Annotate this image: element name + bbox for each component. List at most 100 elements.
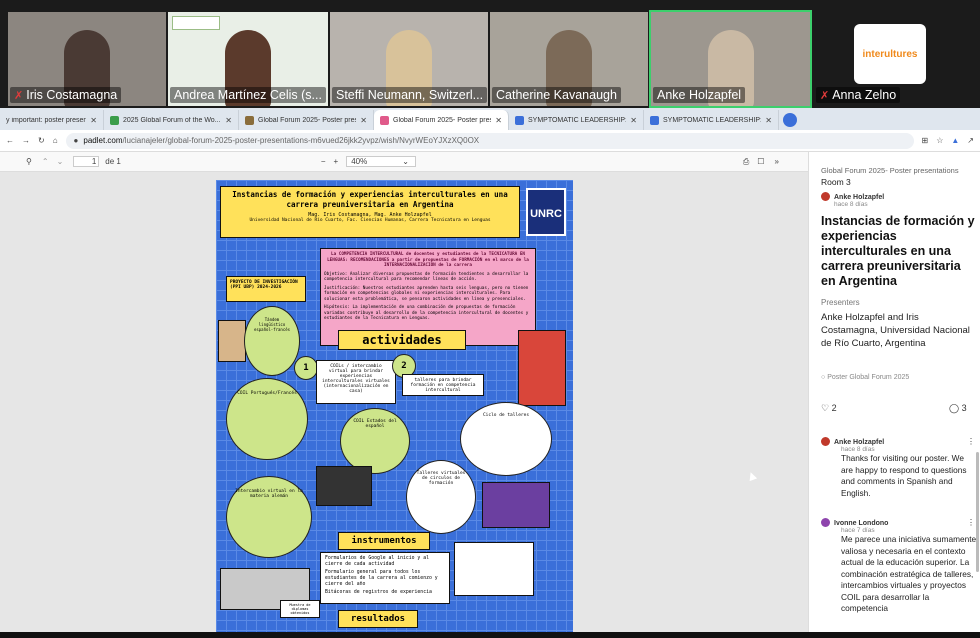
participant-tile[interactable]: ✗ Iris Costamagna: [8, 12, 166, 106]
address-bar-row: ← → ↻ ⌂ ● padlet.com/lucianajeler/global…: [0, 130, 980, 152]
video-call-screenshot: [316, 466, 372, 506]
muted-mic-icon: ✗: [14, 90, 24, 102]
more-options-icon[interactable]: ⋮: [967, 518, 975, 527]
back-icon[interactable]: ←: [6, 136, 14, 145]
coil-pt-bubble: COIL Portugués/Francés: [226, 378, 308, 460]
tab-strip: y important: poster presenta ✕ 2025 Globa…: [0, 108, 980, 130]
comments-count[interactable]: ◯ 3: [949, 403, 967, 414]
participant-name: ✗ Iris Costamagna: [10, 87, 122, 103]
next-page-icon[interactable]: ⌄: [57, 157, 64, 166]
padlet-icon: [380, 115, 389, 125]
results-heading: resultados: [338, 610, 418, 628]
participant-strip: ✗ Iris Costamagna Andrea Martínez Celis (…: [0, 0, 980, 108]
coil-es-bubble: COIL Estados del español: [340, 408, 410, 474]
lock-icon: ●: [73, 136, 79, 145]
browser-window: y important: poster presenta ✕ 2025 Globa…: [0, 108, 980, 638]
avatar: [821, 192, 830, 202]
poster-title: Instancias de formación y experiencias i…: [232, 190, 508, 209]
activities-heading: actividades: [338, 330, 466, 350]
comment-author[interactable]: Anke Holzapfel: [834, 439, 884, 446]
poster-title-box: Instancias de formación y experiencias i…: [220, 186, 520, 238]
save-icon[interactable]: ☐: [757, 157, 764, 166]
favorite-icon[interactable]: ☆: [936, 136, 943, 145]
site-icon: [515, 115, 524, 125]
results-chart: [454, 542, 534, 596]
browser-tab[interactable]: y important: poster presenta ✕: [0, 110, 104, 130]
participant-name: Anke Holzapfel: [653, 87, 746, 103]
presenters-label: Presenters: [821, 298, 860, 307]
logo-text: interultures: [862, 49, 918, 60]
url-field[interactable]: ● padlet.com/lucianajeler/global-forum-2…: [65, 132, 914, 149]
reload-icon[interactable]: ↻: [38, 136, 45, 145]
avatar: [821, 437, 830, 447]
photo-portrait: [218, 320, 246, 362]
collage-images: [518, 330, 566, 406]
like-button[interactable]: ♡ 2: [821, 403, 837, 414]
comment-text: Me parece una iniciativa sumamente valio…: [841, 534, 977, 614]
avatar: [821, 518, 830, 528]
participant-tile[interactable]: Catherine Kavanaugh: [490, 12, 648, 106]
post-author[interactable]: Anke Holzapfel: [834, 194, 884, 201]
tandem-bubble: Tándem lingüístico español-francés: [244, 306, 300, 376]
project-label: PROYECTO DE INVESTIGACIÓN (PPI UBP) 2024…: [226, 276, 306, 302]
participant-logo: interultures: [854, 24, 926, 84]
zoom-out-icon[interactable]: −: [321, 157, 326, 166]
site-icon: [245, 115, 254, 125]
site-icon: [650, 115, 659, 125]
participant-tile[interactable]: Andrea Martínez Celis (s...: [168, 12, 328, 106]
extensions-icon[interactable]: ▲: [951, 136, 959, 145]
ciclo-bubble: Ciclo de talleres: [460, 402, 552, 476]
share-icon[interactable]: ↗: [967, 136, 974, 145]
talleres-virtuales-bubble: Talleres virtuales de círculos de formac…: [406, 460, 476, 534]
presenters-text: Anke Holzapfel and Iris Costamagna, Univ…: [821, 312, 970, 349]
more-options-icon[interactable]: ⋮: [967, 437, 975, 446]
instruments-heading: instrumentos: [338, 532, 430, 550]
logo-banner: [172, 16, 220, 30]
poster-affiliation: Universidad Nacional de Río Cuarto, Fac.…: [249, 218, 491, 223]
search-icon[interactable]: ⚲: [26, 157, 32, 166]
heart-icon: ♡: [821, 403, 830, 413]
room-name: Room 3: [821, 177, 851, 187]
post-author-row: Anke Holzapfel hace 8 días: [821, 192, 884, 208]
close-tab-icon[interactable]: ✕: [495, 116, 502, 125]
home-icon[interactable]: ⌂: [53, 136, 58, 145]
participant-tile[interactable]: interultures ✗ Anna Zelno: [812, 12, 972, 106]
pdf-toolbar: ⚲ ⌃ ⌄ 1 de 1 − + 40% ⌄ ⎙ ☐ »: [0, 152, 808, 172]
comment-time: hace 7 días: [841, 527, 875, 535]
intercambio-virtual-bubble: Intercambio virtual en la materia alemán: [226, 476, 312, 558]
browser-tab[interactable]: 2025 Global Forum of the Wo... ✕: [104, 110, 239, 130]
participant-tile-active[interactable]: Anke Holzapfel: [649, 10, 812, 108]
close-tab-icon[interactable]: ✕: [225, 116, 232, 125]
mouse-cursor: [746, 470, 758, 482]
board-name[interactable]: Global Forum 2025- Poster presentations: [821, 166, 959, 175]
chevron-down-icon[interactable]: ⌄: [402, 157, 409, 166]
new-tab-icon[interactable]: [783, 113, 797, 127]
close-tab-icon[interactable]: ✕: [630, 116, 637, 125]
participant-name: ✗ Anna Zelno: [816, 87, 901, 103]
print-icon[interactable]: ⎙: [743, 157, 749, 167]
prev-page-icon[interactable]: ⌃: [42, 157, 49, 166]
install-icon[interactable]: ⊞: [922, 136, 929, 145]
pdf-viewer[interactable]: Instancias de formación y experiencias i…: [0, 172, 808, 638]
browser-tab-active[interactable]: Global Forum 2025- Poster pres ✕: [374, 110, 509, 130]
participant-tile[interactable]: Steffi Neumann, Switzerl...: [330, 12, 488, 106]
activity-2-box: talleres para brindar formación en compe…: [402, 374, 484, 396]
section-icon: ○: [821, 374, 826, 381]
poster: Instancias de formación y experiencias i…: [216, 180, 573, 638]
browser-tab[interactable]: SYMPTOMATIC LEADERSHIP: TH✕: [509, 110, 644, 130]
presentation-screenshot: [482, 482, 550, 528]
comment-author[interactable]: Ivonne Londono: [834, 520, 888, 527]
page-number-input[interactable]: 1: [73, 156, 100, 167]
instruments-list: Formularios de Google al inicio y al cie…: [320, 552, 450, 604]
comment-2: Ivonne Londono ⋮ hace 7 días Me parece u…: [821, 518, 977, 615]
zoom-in-icon[interactable]: +: [334, 157, 339, 166]
comment-text: Thanks for visiting our poster. We are h…: [841, 453, 967, 498]
close-tab-icon[interactable]: ✕: [90, 116, 97, 125]
close-tab-icon[interactable]: ✕: [360, 116, 367, 125]
browser-tab[interactable]: Global Forum 2025- Poster pres ✕: [239, 110, 374, 130]
panel-scrollbar[interactable]: [976, 452, 979, 572]
browser-tab[interactable]: SYMPTOMATIC LEADERSHIP: TH✕: [644, 110, 779, 130]
close-tab-icon[interactable]: ✕: [765, 116, 772, 125]
forward-icon[interactable]: →: [22, 136, 30, 145]
expand-panel-icon[interactable]: »: [774, 157, 778, 166]
